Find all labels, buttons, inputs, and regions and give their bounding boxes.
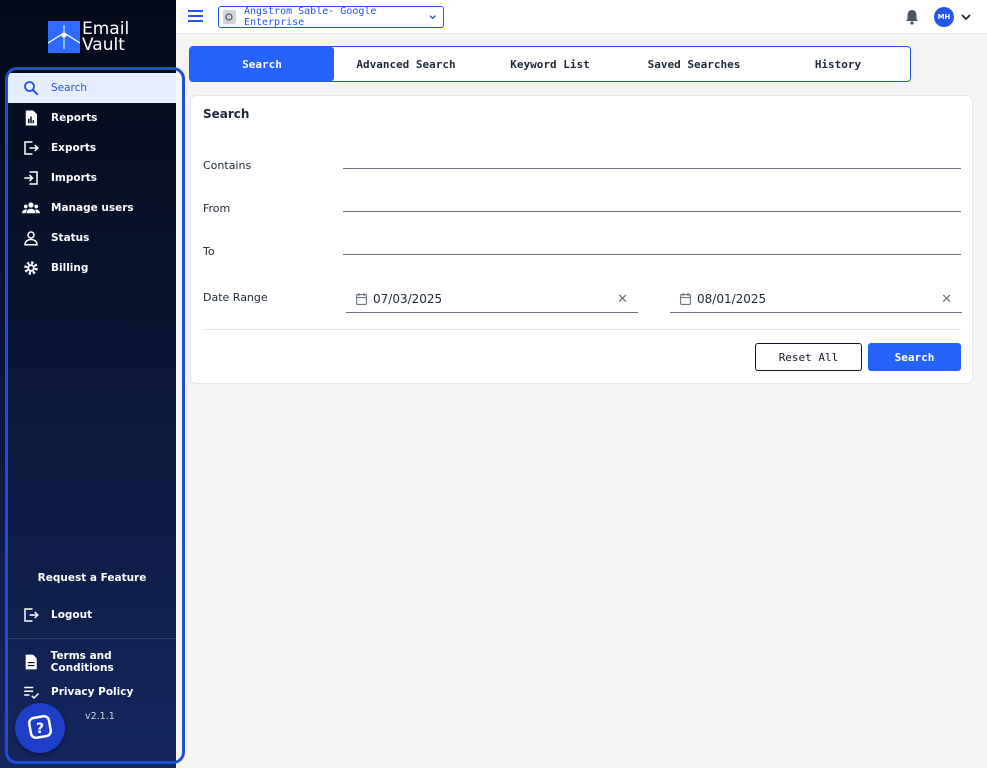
import-icon [24, 171, 38, 185]
report-icon [25, 110, 37, 126]
tab-advanced-search[interactable]: Advanced Search [334, 47, 478, 81]
sidebar-item-label: Manage users [51, 202, 134, 214]
request-feature-link[interactable]: Request a Feature [8, 572, 176, 584]
logout-icon [24, 608, 39, 622]
search-card: Search Contains From To Date Range 07/03… [190, 95, 973, 384]
to-label: To [203, 245, 215, 258]
sidebar-item-imports[interactable]: Imports [8, 163, 176, 193]
svg-text:?: ? [36, 721, 44, 737]
sidebar-item-search[interactable]: Search [8, 73, 176, 103]
chevron-down-icon[interactable] [960, 11, 972, 23]
chevron-down-icon [429, 15, 436, 20]
tab-saved-searches[interactable]: Saved Searches [622, 47, 766, 81]
to-input[interactable] [343, 234, 961, 254]
start-date-picker[interactable]: 07/03/2025 ✕ [346, 286, 638, 313]
privacy-label: Privacy Policy [51, 686, 134, 698]
search-icon [24, 81, 39, 96]
tenant-name: Angstrom Sable- Google Enterprise [243, 6, 377, 28]
form-divider [203, 329, 961, 330]
from-input[interactable] [343, 191, 961, 211]
calendar-icon [680, 293, 691, 305]
export-icon [24, 141, 39, 155]
terms-link[interactable]: Terms and Conditions [8, 647, 176, 677]
sidebar: Email Vault Search Reports Exports Impor… [0, 0, 176, 768]
checklist-icon [24, 686, 40, 700]
tenant-selector[interactable]: Angstrom Sable- Google Enterprise [218, 6, 444, 28]
contains-label: Contains [203, 159, 252, 172]
tab-keyword-list[interactable]: Keyword List [478, 47, 622, 81]
sidebar-item-label: Reports [51, 112, 98, 124]
tab-history[interactable]: History [766, 47, 910, 81]
calendar-icon [356, 293, 367, 305]
end-date-value: 08/01/2025 [697, 292, 767, 306]
help-chat-icon: ? [27, 714, 53, 740]
clear-start-date-icon[interactable]: ✕ [617, 292, 628, 307]
tenant-org-icon [223, 10, 236, 24]
sidebar-item-label: Exports [51, 142, 97, 154]
start-date-value: 07/03/2025 [373, 292, 443, 306]
search-button[interactable]: Search [868, 343, 961, 371]
from-label: From [203, 202, 231, 215]
end-date-picker[interactable]: 08/01/2025 ✕ [670, 286, 962, 313]
menu-icon[interactable] [188, 10, 203, 24]
gear-icon [24, 261, 38, 275]
sidebar-divider [8, 638, 176, 639]
card-title: Search [203, 107, 250, 121]
brand-logo[interactable]: Email Vault [47, 21, 129, 55]
logout-button[interactable]: Logout [8, 600, 176, 630]
privacy-link[interactable]: Privacy Policy [8, 677, 176, 707]
contains-underline [343, 168, 961, 169]
sidebar-item-exports[interactable]: Exports [8, 133, 176, 163]
brand-line2: Vault [82, 35, 125, 55]
to-underline [343, 254, 961, 255]
sidebar-item-manage-users[interactable]: Manage users [8, 193, 176, 223]
sidebar-item-reports[interactable]: Reports [8, 103, 176, 133]
user-avatar[interactable]: MH [934, 7, 954, 27]
topbar: Angstrom Sable- Google Enterprise MH [176, 0, 987, 34]
sidebar-item-billing[interactable]: Billing [8, 253, 176, 283]
sidebar-item-label: Search [51, 82, 88, 94]
bell-icon[interactable] [905, 9, 919, 25]
users-icon [22, 202, 40, 214]
sidebar-item-label: Billing [51, 262, 89, 274]
person-icon [24, 231, 38, 246]
from-underline [343, 211, 961, 212]
tab-search[interactable]: Search [190, 47, 334, 81]
sidebar-item-label: Status [51, 232, 90, 244]
sidebar-nav: Search Reports Exports Imports Manage us… [8, 73, 176, 283]
app-version: v2.1.1 [85, 711, 115, 722]
reset-all-button[interactable]: Reset All [755, 343, 862, 371]
logout-label: Logout [51, 609, 93, 621]
sidebar-item-label: Imports [51, 172, 98, 184]
sidebar-item-status[interactable]: Status [8, 223, 176, 253]
help-chat-button[interactable]: ? [15, 703, 65, 753]
email-vault-logo-icon [47, 21, 81, 53]
contains-input[interactable] [343, 148, 961, 168]
date-range-label: Date Range [203, 291, 268, 304]
terms-label: Terms and Conditions [50, 650, 114, 674]
clear-end-date-icon[interactable]: ✕ [941, 292, 952, 307]
document-icon [25, 654, 37, 670]
search-tabs: Search Advanced Search Keyword List Save… [189, 46, 911, 82]
